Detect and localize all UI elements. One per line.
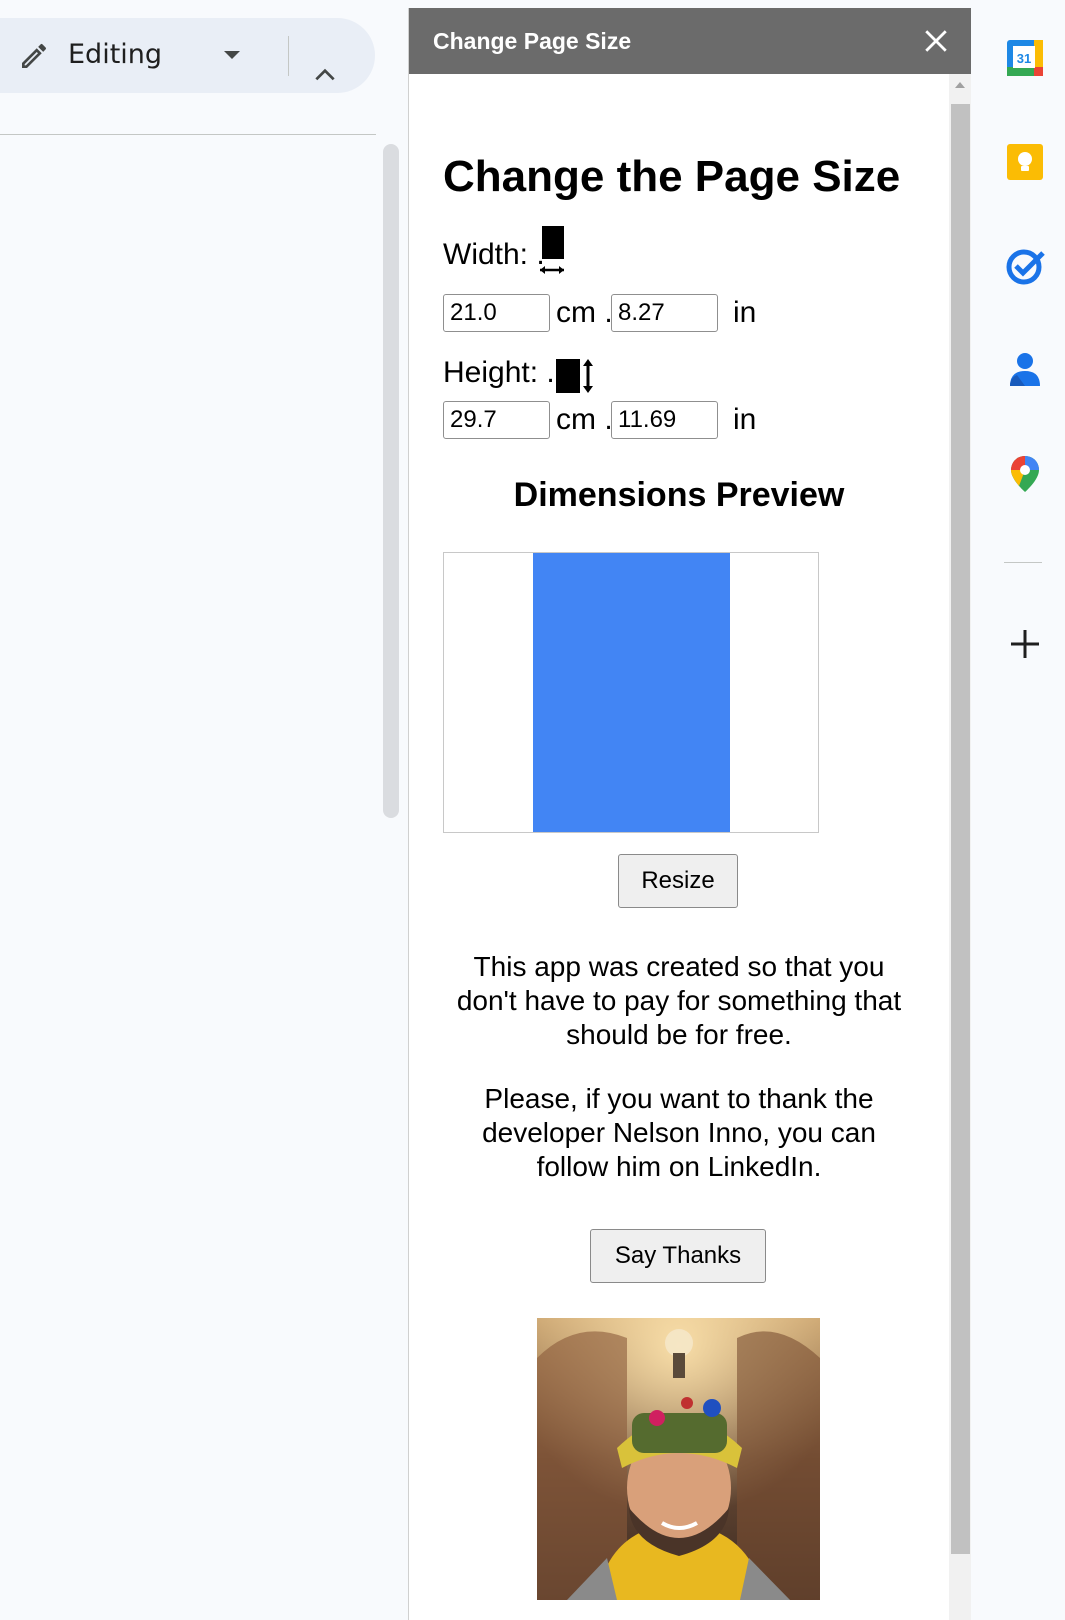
chevron-up-icon[interactable] [312,62,338,88]
dialog-body: Change the Page Size Width: . cm . in He… [409,74,949,1620]
pill-divider [288,36,289,76]
height-cm-input[interactable] [443,401,550,439]
contacts-icon[interactable] [1005,350,1045,390]
dialog-title: Change Page Size [433,28,632,54]
developer-photo [537,1318,820,1600]
pencil-icon [22,43,47,68]
side-panel-divider [1004,562,1042,563]
height-cm-unit: cm . [556,403,613,436]
calendar-day-text: 31 [1017,51,1031,66]
toolbar-divider [0,134,376,135]
side-panel: 31 [971,0,1065,1620]
keep-icon[interactable] [1005,142,1045,182]
preview-heading: Dimensions Preview [513,476,845,514]
width-cm-input[interactable] [443,294,550,332]
width-label: Width: . [443,238,545,271]
page-width-icon [540,226,564,274]
dialog-scrollbar[interactable] [949,74,972,1620]
maps-icon[interactable] [1005,454,1045,494]
page-height-icon [556,359,593,393]
width-cm-unit: cm . [556,296,613,329]
thanks-paragraph: Please, if you want to thank the develop… [482,1083,876,1182]
height-label: Height: . [443,356,555,389]
height-in-unit: in [733,403,757,436]
docs-scrollbar[interactable] [383,144,399,818]
scroll-up-arrow-icon[interactable] [955,82,965,88]
width-in-input[interactable] [611,294,718,332]
scrollbar-thumb[interactable] [951,104,970,1554]
docs-editor-area: Editing [0,0,408,1620]
say-thanks-button[interactable]: Say Thanks [590,1229,766,1283]
dimensions-preview [443,552,819,833]
preview-page-shape [533,553,730,832]
page-title: Change the Page Size [443,152,901,201]
editing-mode-selector[interactable]: Editing [0,18,375,93]
add-icon[interactable] [1005,624,1045,664]
width-in-unit: in [733,296,757,329]
resize-button[interactable]: Resize [618,854,738,908]
dialog-titlebar: Change Page Size [409,8,972,74]
change-page-size-dialog: Change Page Size Change the Page Size Wi… [408,8,972,1620]
close-icon[interactable] [923,28,949,54]
editing-mode-label: Editing [68,39,163,70]
height-in-input[interactable] [611,401,718,439]
info-paragraph: This app was created so that you don't h… [456,951,902,1050]
calendar-icon[interactable]: 31 [1005,38,1045,78]
tasks-icon[interactable] [1005,246,1045,286]
dropdown-caret-icon[interactable] [224,51,240,59]
